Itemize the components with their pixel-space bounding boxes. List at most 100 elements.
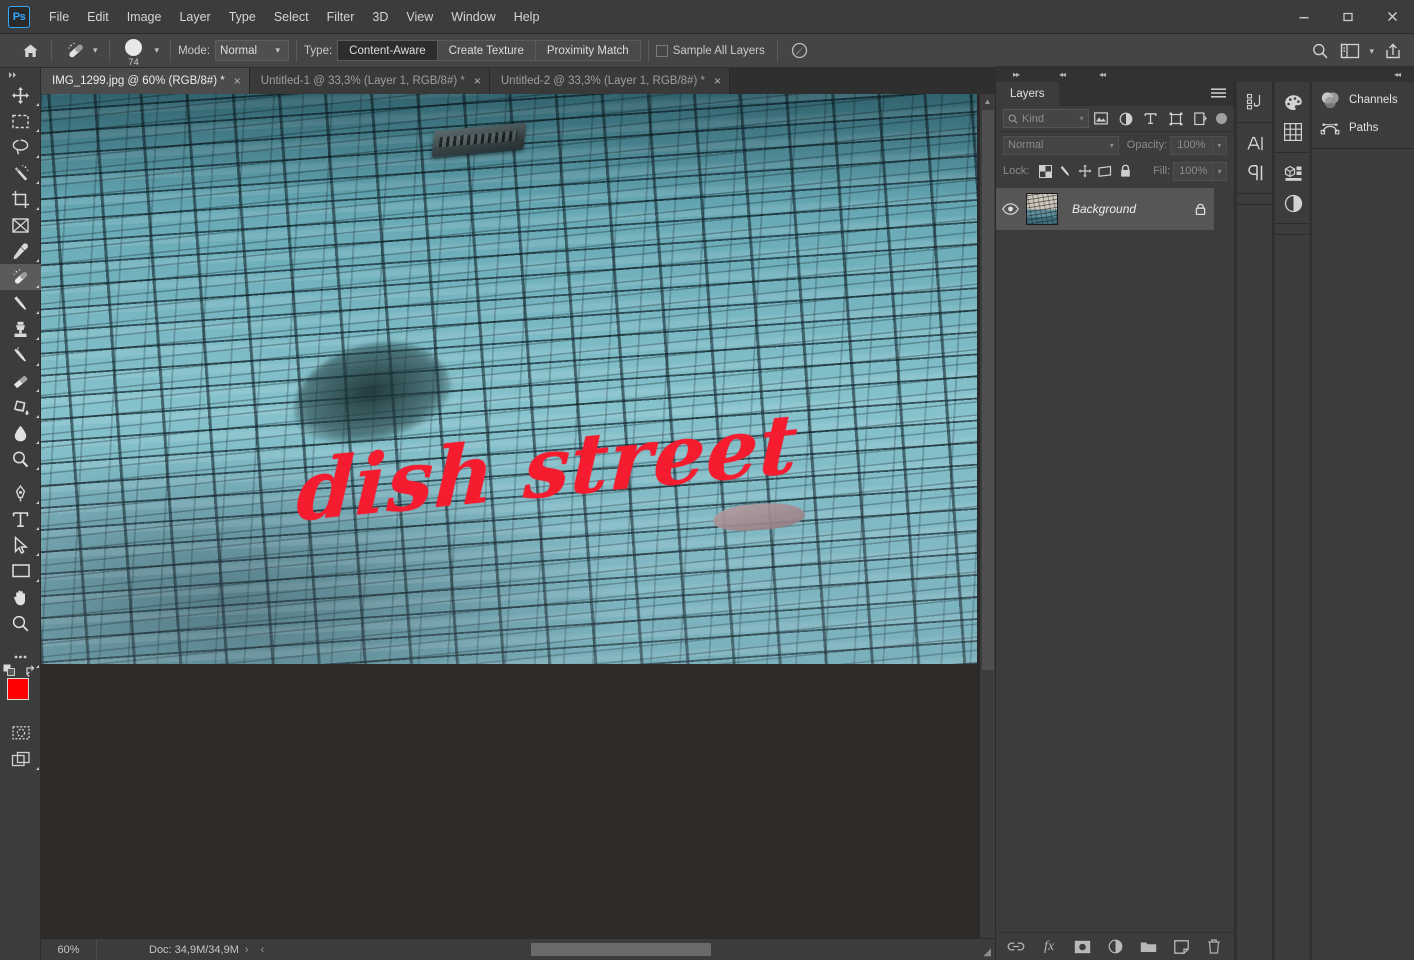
sample-all-layers-checkbox[interactable]: Sample All Layers — [656, 45, 770, 57]
layer-locked-indicator[interactable] — [1186, 202, 1214, 216]
status-prev-arrow-icon[interactable]: ‹ — [255, 944, 271, 956]
layer-style-button[interactable]: fx — [1038, 936, 1060, 958]
tool-clone-stamp[interactable] — [0, 316, 41, 342]
opacity-chevron-down-icon[interactable]: ▾ — [1213, 136, 1227, 155]
tool-lasso[interactable] — [0, 134, 41, 160]
history-panel-button[interactable] — [1237, 87, 1273, 117]
menu-item-type[interactable]: Type — [220, 5, 265, 29]
search-button[interactable] — [1305, 37, 1335, 65]
tool-rectangular-marquee[interactable] — [0, 108, 41, 134]
lock-all-button[interactable] — [1115, 161, 1135, 181]
tool-screen-mode[interactable] — [0, 746, 41, 772]
panel-button-paths[interactable]: Paths — [1312, 114, 1414, 142]
menu-item-filter[interactable]: Filter — [318, 5, 364, 29]
type-content-aware-button[interactable]: Content-Aware — [338, 41, 438, 60]
workspace-switcher-button[interactable] — [1335, 37, 1365, 65]
menu-item-layer[interactable]: Layer — [170, 5, 219, 29]
tool-zoom[interactable] — [0, 610, 41, 636]
tool-brush[interactable] — [0, 290, 41, 316]
layer-visibility-toggle[interactable] — [996, 203, 1024, 215]
swap-colors-button[interactable] — [25, 664, 38, 677]
tool-history-brush[interactable] — [0, 342, 41, 368]
close-icon[interactable]: × — [474, 75, 481, 87]
type-proximity-match-button[interactable]: Proximity Match — [536, 41, 640, 60]
minimize-button[interactable] — [1282, 0, 1326, 33]
menu-item-window[interactable]: Window — [442, 5, 504, 29]
character-panel-button[interactable] — [1237, 128, 1273, 158]
filter-toggle-switch[interactable] — [1216, 113, 1227, 124]
new-group-button[interactable] — [1137, 936, 1159, 958]
rail-b-collapse-icon[interactable]: ◂◂ — [1099, 70, 1105, 79]
share-button[interactable] — [1378, 37, 1408, 65]
close-icon[interactable]: × — [234, 75, 241, 87]
filter-adjustment-layers-button[interactable] — [1114, 108, 1139, 130]
menu-item-3d[interactable]: 3D — [363, 5, 397, 29]
tool-magic-wand[interactable] — [0, 160, 41, 186]
tool-eyedropper[interactable] — [0, 238, 41, 264]
tool-crop[interactable] — [0, 186, 41, 212]
document-tab-untitled-1[interactable]: Untitled-1 @ 33,3% (Layer 1, RGB/8#) * × — [250, 68, 490, 94]
tool-move[interactable] — [0, 82, 41, 108]
zoom-level[interactable]: 60% — [41, 939, 97, 960]
tool-paint-bucket[interactable] — [0, 394, 41, 420]
menu-item-help[interactable]: Help — [505, 5, 549, 29]
tool-quick-mask[interactable] — [0, 720, 41, 746]
type-create-texture-button[interactable]: Create Texture — [438, 41, 536, 60]
panel-menu-button[interactable] — [1211, 88, 1226, 99]
new-adjustment-layer-button[interactable] — [1104, 936, 1126, 958]
filter-type-layers-button[interactable] — [1138, 108, 1163, 130]
document-tab-untitled-2[interactable]: Untitled-2 @ 33,3% (Layer 1, RGB/8#) * × — [490, 68, 730, 94]
home-button[interactable] — [16, 38, 44, 64]
horizontal-scrollbar-thumb[interactable] — [531, 943, 711, 956]
new-layer-button[interactable] — [1170, 936, 1192, 958]
color-panel-button[interactable] — [1275, 87, 1311, 117]
delete-layer-button[interactable] — [1203, 936, 1225, 958]
lock-artboard-nesting-button[interactable] — [1095, 161, 1115, 181]
link-layers-button[interactable] — [1005, 936, 1027, 958]
filter-pixel-layers-button[interactable] — [1089, 108, 1114, 130]
workspace-chevron-down-icon[interactable]: ▾ — [1365, 46, 1378, 57]
paragraph-panel-button[interactable] — [1237, 158, 1273, 188]
document-image[interactable]: dish street — [41, 94, 977, 664]
layers-dock-expand-icon[interactable]: ▸▸ — [1013, 70, 1019, 79]
fill-chevron-down-icon[interactable]: ▾ — [1213, 162, 1227, 181]
opacity-value[interactable]: 100% — [1170, 136, 1212, 155]
pressure-for-size-button[interactable] — [785, 37, 815, 65]
lock-transparent-pixels-button[interactable] — [1035, 161, 1055, 181]
lock-position-button[interactable] — [1075, 161, 1095, 181]
tool-dodge[interactable] — [0, 446, 41, 472]
vertical-scrollbar-thumb[interactable] — [982, 110, 994, 670]
close-button[interactable] — [1370, 0, 1414, 33]
table-row[interactable]: Background — [996, 188, 1214, 230]
menu-item-file[interactable]: File — [40, 5, 78, 29]
layer-name[interactable]: Background — [1072, 202, 1186, 216]
rail-a-collapse-icon[interactable]: ◂◂ — [1059, 70, 1065, 79]
layer-blend-mode-select[interactable]: Normal ▾ — [1003, 136, 1119, 155]
tool-frame[interactable] — [0, 212, 41, 238]
document-tab-img-1299[interactable]: IMG_1299.jpg @ 60% (RGB/8#) * × — [41, 68, 250, 94]
filter-shape-layers-button[interactable] — [1163, 108, 1188, 130]
tool-preset-picker[interactable]: ▾ — [63, 38, 102, 64]
fill-value[interactable]: 100% — [1173, 162, 1213, 181]
tool-path-selection[interactable] — [0, 532, 41, 558]
tab-layers[interactable]: Layers — [996, 82, 1059, 106]
tool-pen[interactable] — [0, 480, 41, 506]
swatches-panel-button[interactable] — [1275, 117, 1311, 147]
maximize-button[interactable] — [1326, 0, 1370, 33]
status-next-arrow-icon[interactable]: › — [239, 944, 255, 956]
tool-blur[interactable] — [0, 420, 41, 446]
named-panel-collapse-icon[interactable]: ◂◂ — [1394, 70, 1400, 79]
adjustments-panel-button[interactable] — [1275, 188, 1311, 218]
tool-spot-healing-brush[interactable] — [0, 264, 41, 290]
foreground-color-swatch[interactable] — [7, 678, 29, 700]
menu-item-view[interactable]: View — [397, 5, 442, 29]
3d-panel-button[interactable] — [1275, 158, 1311, 188]
canvas-vertical-scrollbar[interactable]: ▲ — [979, 94, 995, 938]
tool-hand[interactable] — [0, 584, 41, 610]
tool-type[interactable] — [0, 506, 41, 532]
canvas-horizontal-scrollbar[interactable] — [341, 942, 987, 958]
panel-button-channels[interactable]: Channels — [1312, 86, 1414, 114]
tool-eraser[interactable] — [0, 368, 41, 394]
blend-mode-select[interactable]: Normal ▾ — [215, 40, 289, 61]
menu-item-edit[interactable]: Edit — [78, 5, 118, 29]
